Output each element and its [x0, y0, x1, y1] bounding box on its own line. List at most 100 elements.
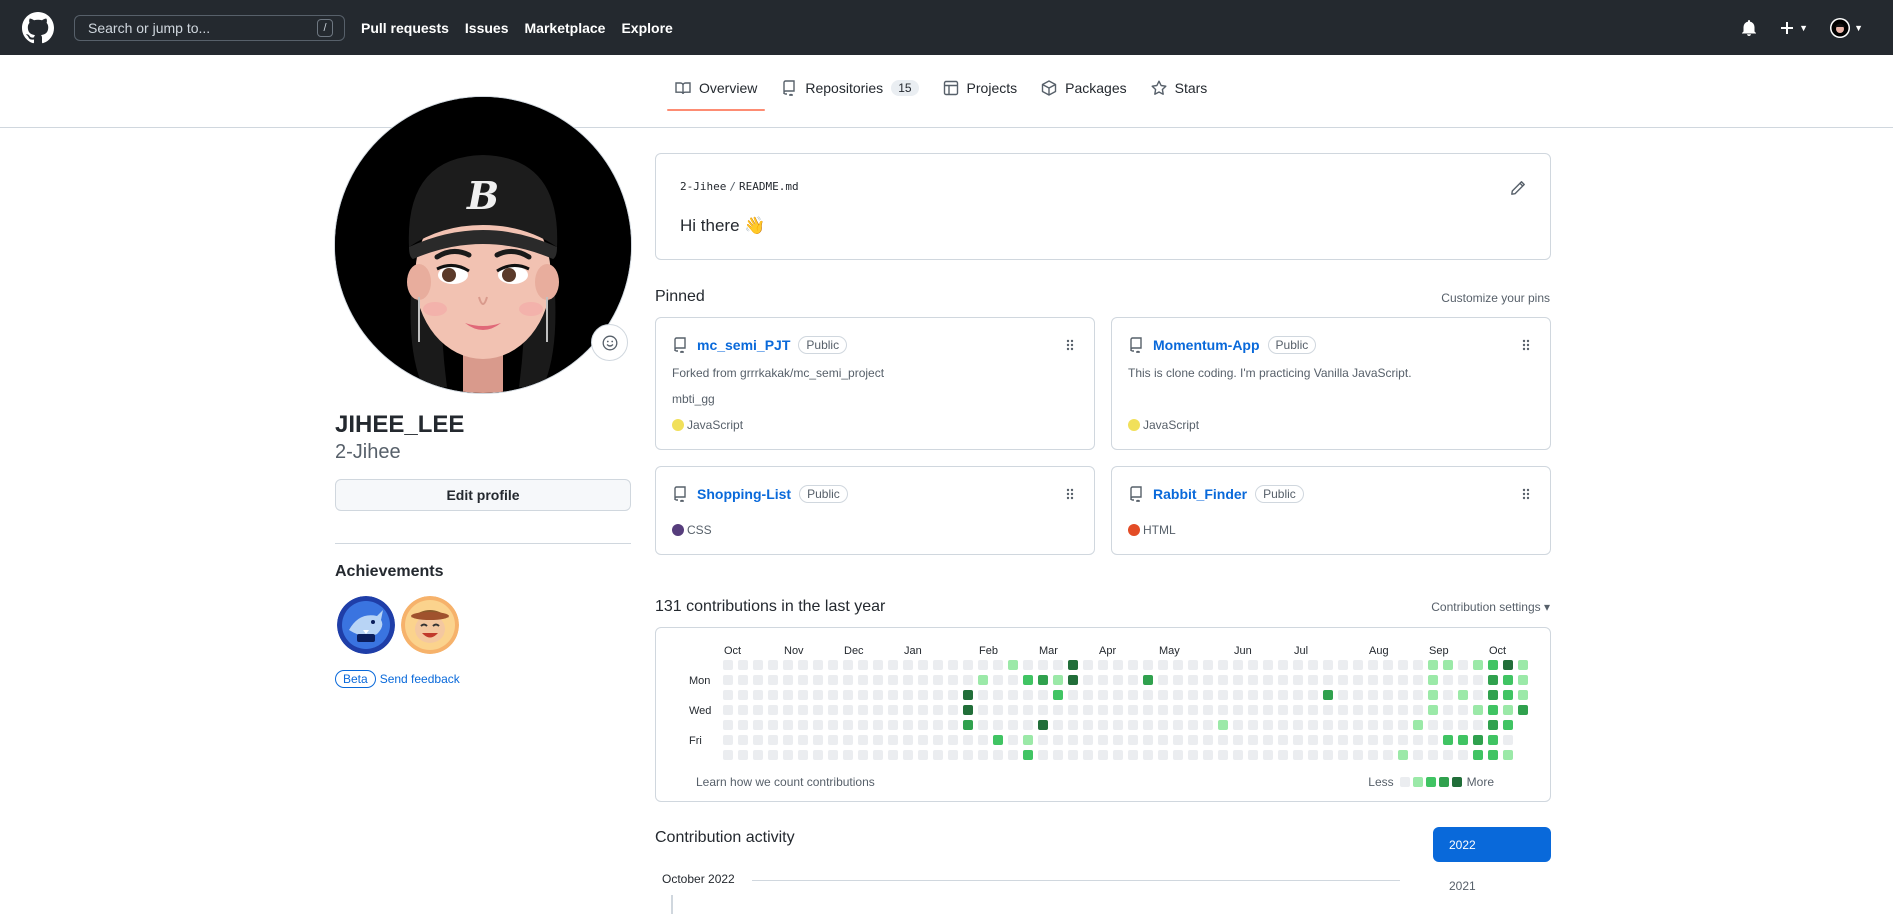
contribution-day-cell[interactable]	[978, 675, 988, 685]
contribution-day-cell[interactable]	[843, 690, 853, 700]
contribution-day-cell[interactable]	[903, 735, 913, 745]
contribution-day-cell[interactable]	[1218, 750, 1228, 760]
contribution-day-cell[interactable]	[1173, 720, 1183, 730]
tab-overview[interactable]: Overview	[667, 65, 766, 111]
contribution-day-cell[interactable]	[1173, 705, 1183, 715]
contribution-day-cell[interactable]	[1008, 675, 1018, 685]
contribution-day-cell[interactable]	[1143, 690, 1153, 700]
contribution-day-cell[interactable]	[1443, 705, 1453, 715]
contribution-day-cell[interactable]	[888, 660, 898, 670]
contribution-day-cell[interactable]	[1098, 690, 1108, 700]
contribution-day-cell[interactable]	[1428, 690, 1438, 700]
contribution-day-cell[interactable]	[978, 690, 988, 700]
contribution-day-cell[interactable]	[1128, 660, 1138, 670]
contribution-day-cell[interactable]	[978, 750, 988, 760]
contribution-day-cell[interactable]	[1113, 690, 1123, 700]
profile-avatar[interactable]: B	[335, 97, 631, 393]
contribution-day-cell[interactable]	[933, 735, 943, 745]
contribution-day-cell[interactable]	[1113, 660, 1123, 670]
contribution-day-cell[interactable]	[933, 750, 943, 760]
contribution-day-cell[interactable]	[1278, 750, 1288, 760]
contribution-day-cell[interactable]	[1473, 660, 1483, 670]
contribution-day-cell[interactable]	[753, 750, 763, 760]
contribution-day-cell[interactable]	[1233, 720, 1243, 730]
contribution-day-cell[interactable]	[1413, 705, 1423, 715]
contribution-day-cell[interactable]	[1203, 750, 1213, 760]
contribution-day-cell[interactable]	[918, 675, 928, 685]
create-new-button[interactable]: ▼	[1779, 20, 1808, 36]
contribution-day-cell[interactable]	[933, 675, 943, 685]
bell-icon[interactable]	[1741, 19, 1757, 36]
contribution-day-cell[interactable]	[1248, 690, 1258, 700]
contribution-day-cell[interactable]	[1293, 720, 1303, 730]
contribution-day-cell[interactable]	[1263, 750, 1273, 760]
contribution-day-cell[interactable]	[993, 690, 1003, 700]
contribution-day-cell[interactable]	[1038, 750, 1048, 760]
contribution-day-cell[interactable]	[1158, 735, 1168, 745]
contribution-day-cell[interactable]	[1473, 675, 1483, 685]
contribution-day-cell[interactable]	[888, 735, 898, 745]
contribution-day-cell[interactable]	[903, 690, 913, 700]
contribution-day-cell[interactable]	[903, 660, 913, 670]
contribution-day-cell[interactable]	[1038, 720, 1048, 730]
contribution-day-cell[interactable]	[873, 675, 883, 685]
contribution-day-cell[interactable]	[1368, 690, 1378, 700]
contribution-day-cell[interactable]	[1068, 675, 1078, 685]
readme-owner-link[interactable]: 2-Jihee	[680, 180, 726, 193]
contribution-day-cell[interactable]	[1413, 660, 1423, 670]
contribution-day-cell[interactable]	[1113, 705, 1123, 715]
contribution-day-cell[interactable]	[1158, 660, 1168, 670]
contribution-day-cell[interactable]	[813, 675, 823, 685]
contribution-day-cell[interactable]	[798, 735, 808, 745]
contribution-day-cell[interactable]	[1023, 675, 1033, 685]
contribution-day-cell[interactable]	[1233, 750, 1243, 760]
contribution-day-cell[interactable]	[1023, 660, 1033, 670]
contribution-day-cell[interactable]	[993, 735, 1003, 745]
contribution-day-cell[interactable]	[1173, 675, 1183, 685]
contribution-day-cell[interactable]	[828, 675, 838, 685]
contribution-day-cell[interactable]	[1398, 720, 1408, 730]
contribution-day-cell[interactable]	[753, 675, 763, 685]
achievement-badge-shark[interactable]	[337, 596, 395, 654]
contribution-day-cell[interactable]	[1323, 750, 1333, 760]
contribution-day-cell[interactable]	[888, 675, 898, 685]
contribution-day-cell[interactable]	[1038, 675, 1048, 685]
contribution-day-cell[interactable]	[768, 750, 778, 760]
contribution-day-cell[interactable]	[843, 675, 853, 685]
contribution-day-cell[interactable]	[918, 660, 928, 670]
contribution-day-cell[interactable]	[1353, 660, 1363, 670]
contribution-day-cell[interactable]	[828, 750, 838, 760]
contribution-day-cell[interactable]	[1263, 720, 1273, 730]
contribution-day-cell[interactable]	[813, 705, 823, 715]
contribution-day-cell[interactable]	[1503, 675, 1513, 685]
contribution-day-cell[interactable]	[1158, 705, 1168, 715]
contribution-day-cell[interactable]	[1098, 660, 1108, 670]
contribution-day-cell[interactable]	[1338, 690, 1348, 700]
contribution-day-cell[interactable]	[963, 675, 973, 685]
contribution-day-cell[interactable]	[783, 690, 793, 700]
contribution-day-cell[interactable]	[1353, 735, 1363, 745]
contribution-day-cell[interactable]	[1443, 720, 1453, 730]
contribution-day-cell[interactable]	[1428, 675, 1438, 685]
contribution-day-cell[interactable]	[1293, 690, 1303, 700]
contribution-day-cell[interactable]	[1083, 705, 1093, 715]
contribution-day-cell[interactable]	[753, 660, 763, 670]
contribution-day-cell[interactable]	[1413, 750, 1423, 760]
contribution-day-cell[interactable]	[813, 690, 823, 700]
contribution-day-cell[interactable]	[1263, 675, 1273, 685]
contribution-day-cell[interactable]	[768, 705, 778, 715]
contribution-day-cell[interactable]	[1083, 750, 1093, 760]
contribution-day-cell[interactable]	[783, 705, 793, 715]
contribution-day-cell[interactable]	[1488, 675, 1498, 685]
contribution-day-cell[interactable]	[903, 705, 913, 715]
contribution-day-cell[interactable]	[1368, 660, 1378, 670]
tab-projects[interactable]: Projects	[935, 65, 1026, 111]
contribution-day-cell[interactable]	[1383, 660, 1393, 670]
contribution-day-cell[interactable]	[1068, 720, 1078, 730]
achievement-badge-yolo[interactable]	[401, 596, 459, 654]
contribution-day-cell[interactable]	[963, 660, 973, 670]
contribution-day-cell[interactable]	[828, 735, 838, 745]
contribution-day-cell[interactable]	[963, 720, 973, 730]
user-menu-button[interactable]: ▼	[1830, 17, 1863, 38]
contribution-day-cell[interactable]	[948, 735, 958, 745]
